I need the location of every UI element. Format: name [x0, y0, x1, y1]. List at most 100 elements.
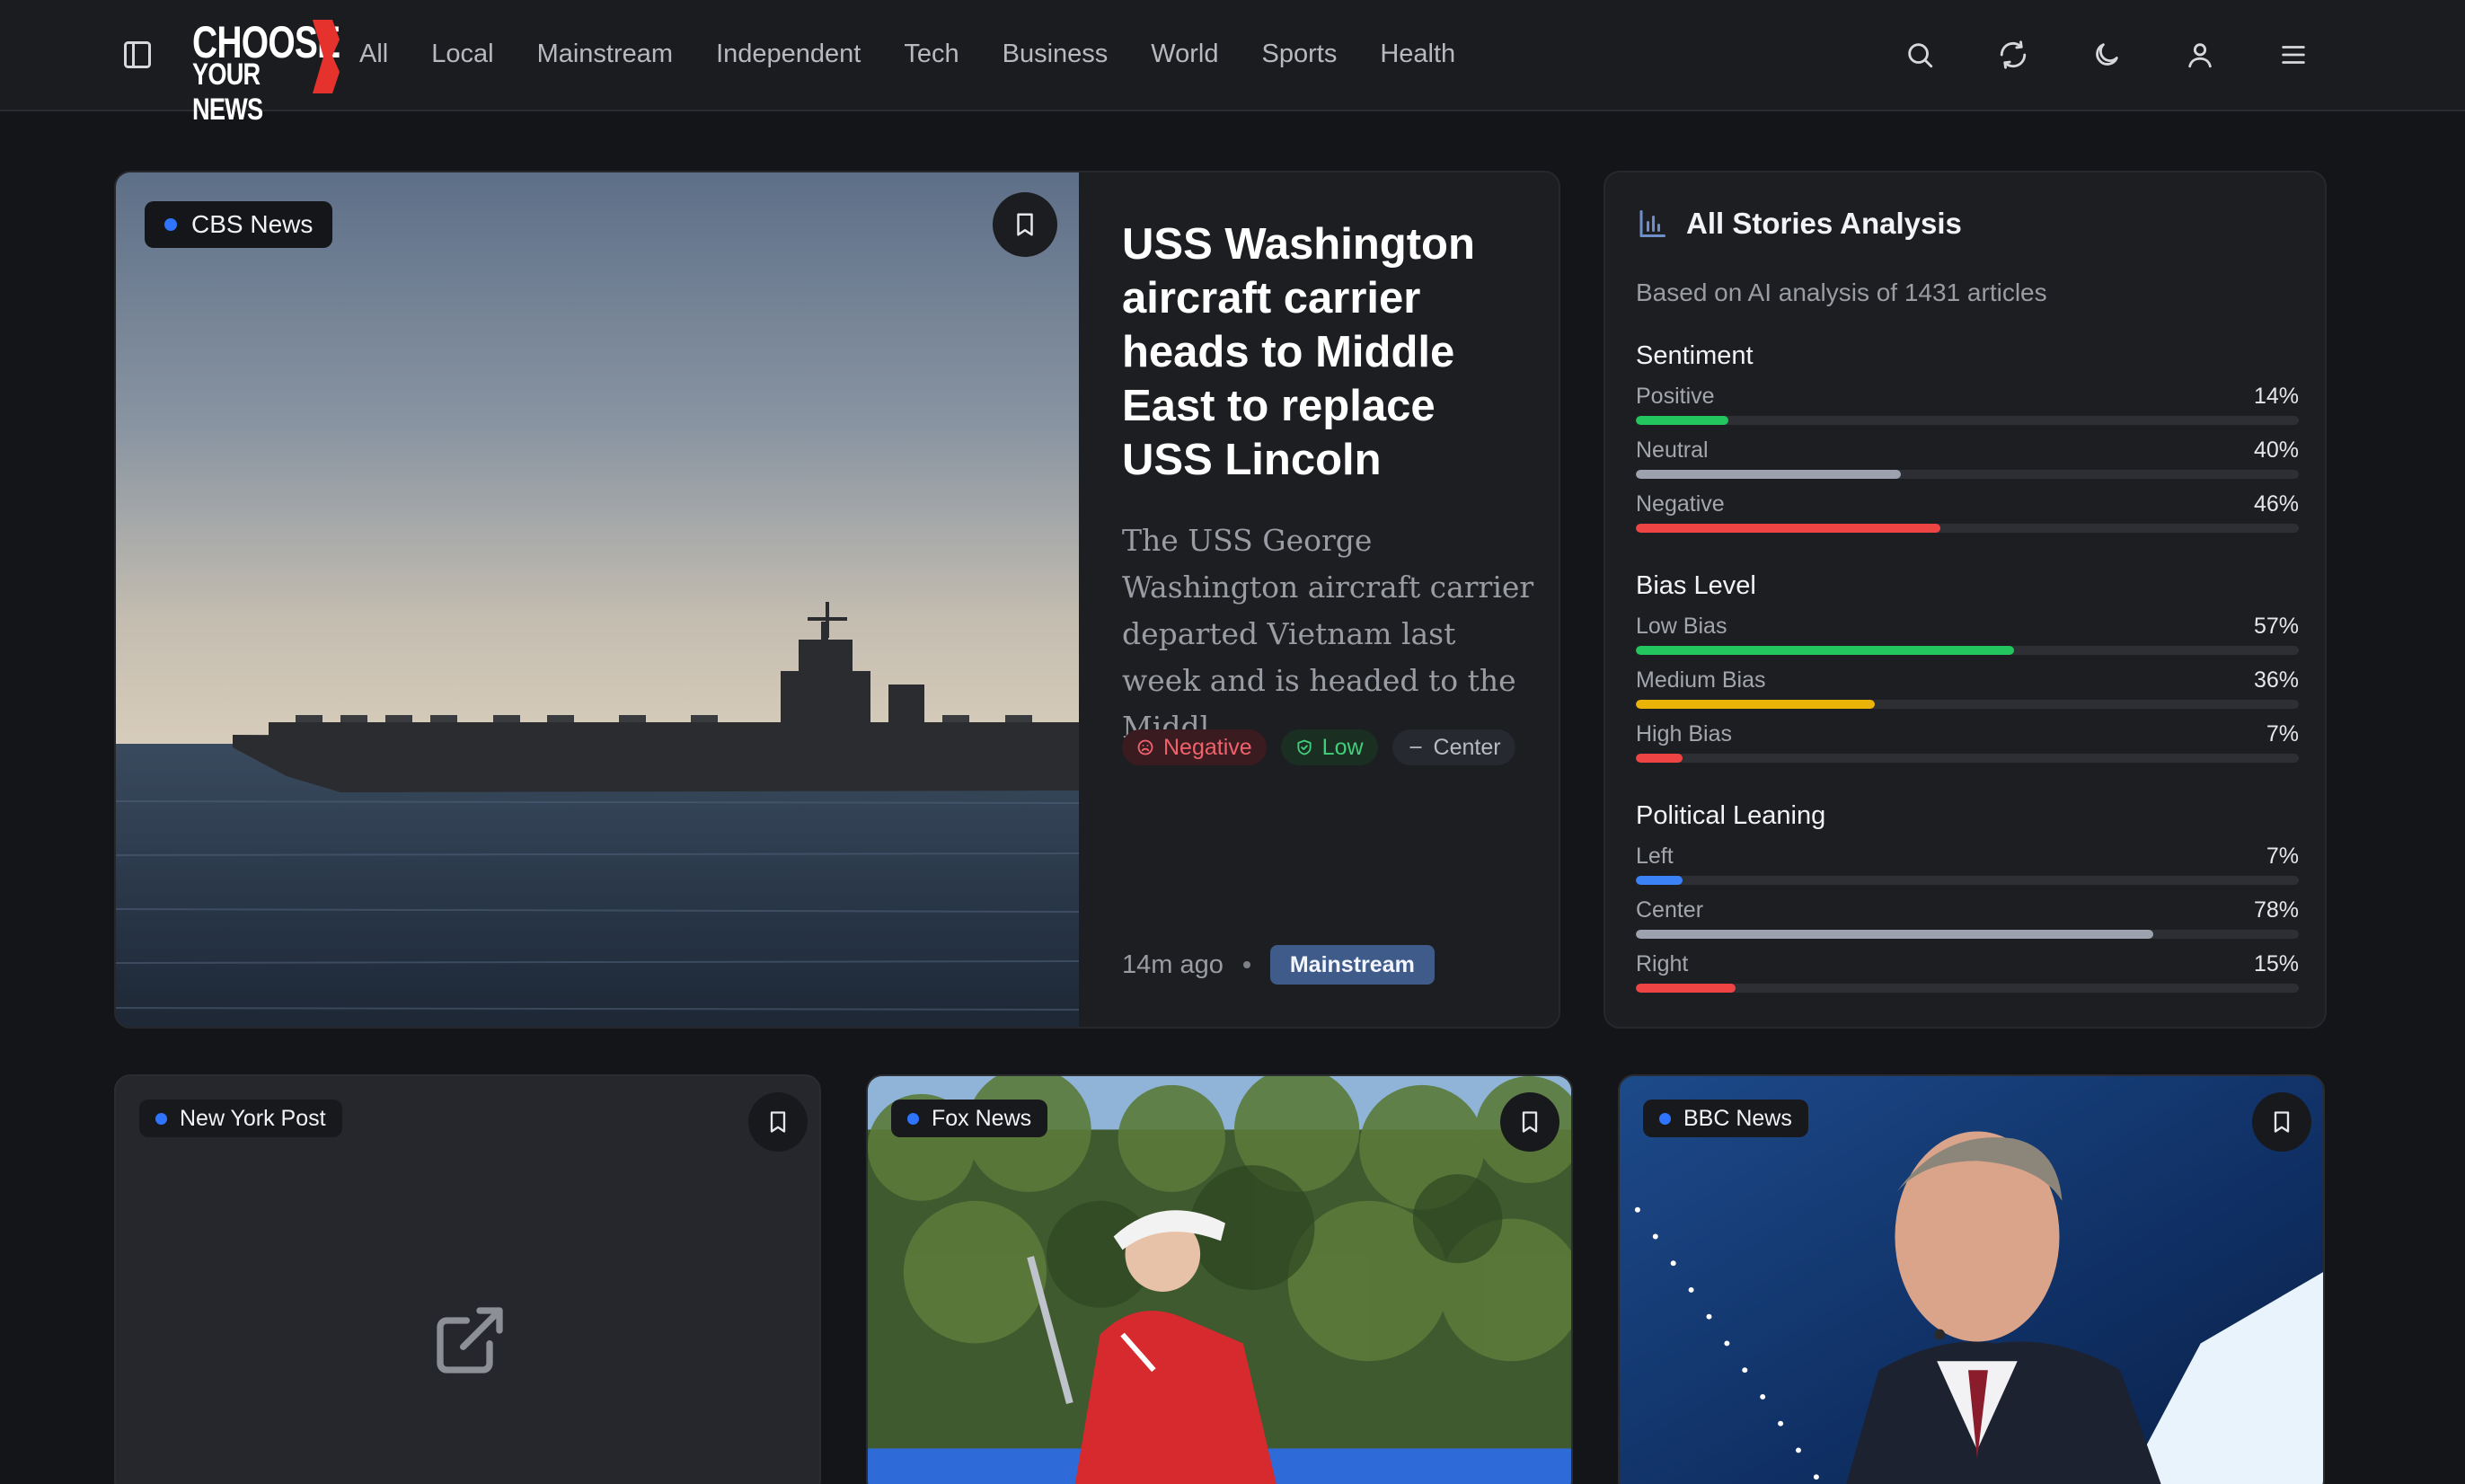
shield-check-icon	[1297, 739, 1312, 755]
nav-link-health[interactable]: Health	[1380, 36, 1455, 72]
bookmark-button[interactable]	[2252, 1092, 2311, 1152]
nav-link-mainstream[interactable]: Mainstream	[537, 36, 674, 72]
stat-percent: 36%	[2253, 667, 2299, 693]
stat-percent: 7%	[2266, 844, 2299, 869]
section-title: Bias Level	[1636, 571, 1756, 600]
source-badge: BBC News	[1643, 1100, 1808, 1137]
stat-row: Neutral 40%	[1636, 436, 2299, 490]
featured-story-card[interactable]: CBS News USS Washington aircraft carrier…	[114, 171, 1560, 1029]
sentiment-tag-label: Negative	[1163, 734, 1252, 760]
stat-label: Neutral	[1636, 437, 1709, 463]
stat-percent: 7%	[2266, 721, 2299, 746]
bookmark-icon	[770, 1111, 786, 1133]
stat-row: Positive 14%	[1636, 382, 2299, 436]
stat-label: Center	[1636, 897, 1704, 923]
source-dot-icon	[1659, 1112, 1671, 1125]
section-title: Sentiment	[1636, 341, 1754, 370]
menu-icon[interactable]	[2275, 36, 2312, 74]
bias-level-section: Bias Level Low Bias 57% Medium Bias 36% …	[1636, 571, 2299, 773]
analysis-header: All Stories Analysis	[1636, 207, 1962, 241]
stat-bar-fill	[1636, 876, 1683, 885]
nav-link-all[interactable]: All	[359, 36, 388, 72]
political-leaning-section: Political Leaning Left 7% Center 78% Rig…	[1636, 801, 2299, 1003]
bookmark-button[interactable]	[748, 1092, 808, 1152]
stat-bar	[1636, 470, 2299, 479]
stories-analysis-panel: All Stories Analysis Based on AI analysi…	[1604, 171, 2327, 1029]
source-name: BBC News	[1683, 1105, 1792, 1131]
stat-percent: 57%	[2253, 614, 2299, 639]
stat-percent: 78%	[2253, 897, 2299, 923]
story-description: The USS George Washington aircraft carri…	[1122, 523, 1534, 745]
stat-bar-fill	[1636, 470, 1902, 479]
stat-label: Medium Bias	[1636, 667, 1766, 693]
category-nav: All Local Mainstream Independent Tech Bu…	[359, 36, 1498, 72]
speaker-image	[1620, 1076, 2323, 1484]
stat-label: Low Bias	[1636, 614, 1727, 639]
separator-dot	[1242, 961, 1250, 968]
source-name: CBS News	[191, 210, 314, 238]
stat-label: Negative	[1636, 491, 1725, 517]
story-footer: 14m ago Mainstream	[1122, 945, 1435, 985]
stat-percent: 14%	[2253, 384, 2299, 409]
stat-bar-fill	[1636, 524, 1941, 533]
story-tags: Negative Low Center	[1122, 729, 1535, 765]
source-dot-icon	[164, 218, 177, 231]
sidebar-toggle-icon[interactable]	[121, 39, 154, 71]
bookmark-button[interactable]	[1500, 1092, 1559, 1152]
bookmark-icon	[2274, 1111, 2290, 1133]
source-badge: New York Post	[139, 1100, 342, 1137]
stat-label: Right	[1636, 951, 1689, 976]
nav-link-independent[interactable]: Independent	[716, 36, 861, 72]
stat-percent: 40%	[2253, 437, 2299, 463]
story-card[interactable]: BBC News	[1618, 1074, 2325, 1484]
stat-bar-fill	[1636, 700, 1875, 709]
bias-tag-label: Low	[1321, 734, 1364, 760]
stat-bar	[1636, 646, 2299, 655]
stat-label: Positive	[1636, 384, 1715, 409]
category-badge[interactable]: Mainstream	[1269, 945, 1435, 985]
user-icon[interactable]	[2181, 36, 2219, 74]
leaning-tag-label: Center	[1433, 734, 1501, 760]
bookmark-button[interactable]	[993, 192, 1057, 257]
source-badge: Fox News	[891, 1100, 1048, 1137]
stat-row: Low Bias 57%	[1636, 612, 2299, 666]
stat-percent: 46%	[2253, 491, 2299, 517]
stat-row: Center 78%	[1636, 896, 2299, 950]
story-title[interactable]: USS Washington aircraft carrier heads to…	[1122, 217, 1535, 487]
story-card[interactable]: New York Post	[114, 1074, 821, 1484]
stat-row: Negative 46%	[1636, 490, 2299, 543]
site-logo[interactable]: CHOOSE YOUR NEWS	[190, 16, 340, 127]
source-name: Fox News	[932, 1105, 1032, 1131]
aircraft-carrier-image	[116, 172, 1079, 1027]
stat-row: Right 15%	[1636, 950, 2299, 1003]
sentiment-section: Sentiment Positive 14% Neutral 40% Negat…	[1636, 341, 2299, 543]
stat-bar-fill	[1636, 930, 2153, 939]
bar-chart-icon	[1639, 210, 1665, 237]
source-dot-icon	[155, 1112, 167, 1125]
refresh-icon[interactable]	[1994, 36, 2032, 74]
nav-link-world[interactable]: World	[1151, 36, 1218, 72]
stat-bar-fill	[1636, 646, 2014, 655]
stat-bar	[1636, 700, 2299, 709]
bookmark-icon	[1522, 1111, 1538, 1133]
moon-icon[interactable]	[2088, 36, 2125, 74]
leaning-tag: Center	[1392, 729, 1515, 765]
nav-link-tech[interactable]: Tech	[904, 36, 959, 72]
story-text: USS Washington aircraft carrier heads to…	[1122, 217, 1535, 751]
stat-row: Medium Bias 36%	[1636, 666, 2299, 720]
nav-link-local[interactable]: Local	[431, 36, 493, 72]
bias-tag: Low	[1280, 729, 1378, 765]
stat-bar	[1636, 754, 2299, 763]
story-card[interactable]: Fox News	[866, 1074, 1573, 1484]
stat-bar	[1636, 930, 2299, 939]
stat-bar	[1636, 524, 2299, 533]
analysis-subtitle: Based on AI analysis of 1431 articles	[1636, 278, 2047, 306]
search-icon[interactable]	[1901, 36, 1939, 74]
source-name: New York Post	[180, 1105, 326, 1131]
nav-link-sports[interactable]: Sports	[1262, 36, 1338, 72]
nav-link-business[interactable]: Business	[1003, 36, 1109, 72]
minus-icon	[1409, 746, 1422, 748]
story-timestamp: 14m ago	[1122, 950, 1224, 979]
external-link-icon[interactable]	[430, 1301, 509, 1380]
stat-label: High Bias	[1636, 721, 1732, 746]
